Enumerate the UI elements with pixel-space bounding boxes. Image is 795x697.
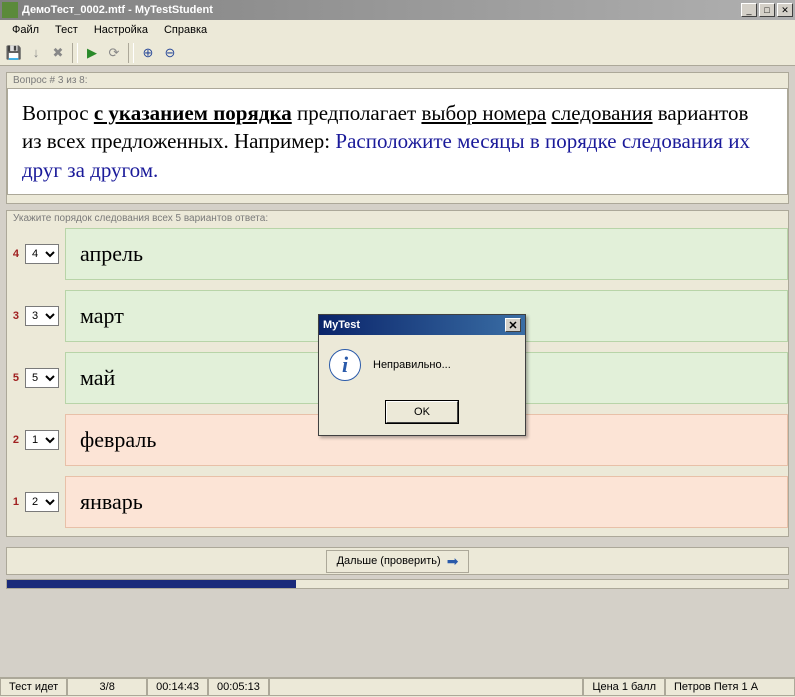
dialog-message: Неправильно... bbox=[373, 359, 451, 371]
menu-help[interactable]: Справка bbox=[156, 22, 215, 38]
toolbar-separator bbox=[72, 43, 78, 63]
next-button-label: Дальше (проверить) bbox=[337, 555, 441, 567]
arrow-right-icon: ➡ bbox=[447, 553, 459, 570]
status-bar: Тест идет 3/8 00:14:43 00:05:13 Цена 1 б… bbox=[0, 677, 795, 697]
dialog-title-text: MyTest bbox=[323, 319, 505, 331]
app-icon bbox=[2, 2, 18, 18]
zoom-in-icon[interactable]: ⊕ bbox=[138, 43, 158, 63]
dialog-titlebar[interactable]: MyTest ✕ bbox=[319, 315, 525, 335]
answer-number: 1 bbox=[7, 496, 19, 508]
progress-bar bbox=[6, 579, 789, 589]
menu-bar: Файл Тест Настройка Справка bbox=[0, 20, 795, 40]
save-icon[interactable]: 💾 bbox=[4, 43, 24, 63]
question-part: предполагает bbox=[292, 101, 422, 125]
answer-number: 5 bbox=[7, 372, 19, 384]
order-select[interactable]: 3 bbox=[25, 306, 59, 326]
status-running: Тест идет bbox=[0, 678, 67, 696]
question-part: выбор номера bbox=[421, 101, 546, 125]
answer-row: 12 январь bbox=[7, 474, 788, 530]
next-button[interactable]: Дальше (проверить) ➡ bbox=[326, 550, 470, 573]
maximize-button[interactable]: □ bbox=[759, 3, 775, 17]
answer-option[interactable]: январь bbox=[65, 476, 788, 528]
toolbar: 💾 ↓ ✖ ▶ ⟳ ⊕ ⊖ bbox=[0, 40, 795, 66]
answer-row: 44 апрель bbox=[7, 226, 788, 282]
cancel-icon[interactable]: ✖ bbox=[48, 43, 68, 63]
menu-settings[interactable]: Настройка bbox=[86, 22, 156, 38]
toolbar-separator bbox=[128, 43, 134, 63]
question-part: с указанием порядка bbox=[94, 101, 292, 125]
menu-test[interactable]: Тест bbox=[47, 22, 86, 38]
answers-instruction: Укажите порядок следования всех 5 вариан… bbox=[7, 211, 788, 226]
answer-number: 3 bbox=[7, 310, 19, 322]
window-title: ДемоТест_0002.mtf - MyTestStudent bbox=[22, 4, 741, 16]
status-spacer bbox=[269, 678, 583, 696]
question-panel: Вопрос # 3 из 8: Вопрос с указанием поря… bbox=[6, 72, 789, 204]
minimize-button[interactable]: _ bbox=[741, 3, 757, 17]
status-user: Петров Петя 1 А bbox=[665, 678, 795, 696]
question-part: следования bbox=[551, 101, 652, 125]
progress-fill bbox=[7, 580, 296, 588]
next-bar: Дальше (проверить) ➡ bbox=[6, 547, 789, 575]
message-dialog: MyTest ✕ i Неправильно... OK bbox=[318, 314, 526, 436]
question-part: Вопрос bbox=[22, 101, 94, 125]
answer-number: 4 bbox=[7, 248, 19, 260]
status-progress: 3/8 bbox=[67, 678, 147, 696]
status-time-elapsed: 00:14:43 bbox=[147, 678, 208, 696]
status-price: Цена 1 балл bbox=[583, 678, 665, 696]
down-icon[interactable]: ↓ bbox=[26, 43, 46, 63]
answer-number: 2 bbox=[7, 434, 19, 446]
order-select[interactable]: 5 bbox=[25, 368, 59, 388]
status-time-remaining: 00:05:13 bbox=[208, 678, 269, 696]
answer-option[interactable]: апрель bbox=[65, 228, 788, 280]
question-counter: Вопрос # 3 из 8: bbox=[7, 73, 788, 88]
menu-file[interactable]: Файл bbox=[4, 22, 47, 38]
dialog-close-button[interactable]: ✕ bbox=[505, 318, 521, 332]
play-icon[interactable]: ▶ bbox=[82, 43, 102, 63]
order-select[interactable]: 1 bbox=[25, 430, 59, 450]
order-select[interactable]: 2 bbox=[25, 492, 59, 512]
refresh-icon[interactable]: ⟳ bbox=[104, 43, 124, 63]
question-text: Вопрос с указанием порядка предполагает … bbox=[7, 88, 788, 195]
close-button[interactable]: ✕ bbox=[777, 3, 793, 17]
info-icon: i bbox=[329, 349, 361, 381]
ok-button[interactable]: OK bbox=[386, 401, 458, 423]
order-select[interactable]: 4 bbox=[25, 244, 59, 264]
zoom-out-icon[interactable]: ⊖ bbox=[160, 43, 180, 63]
window-titlebar: ДемоТест_0002.mtf - MyTestStudent _ □ ✕ bbox=[0, 0, 795, 20]
